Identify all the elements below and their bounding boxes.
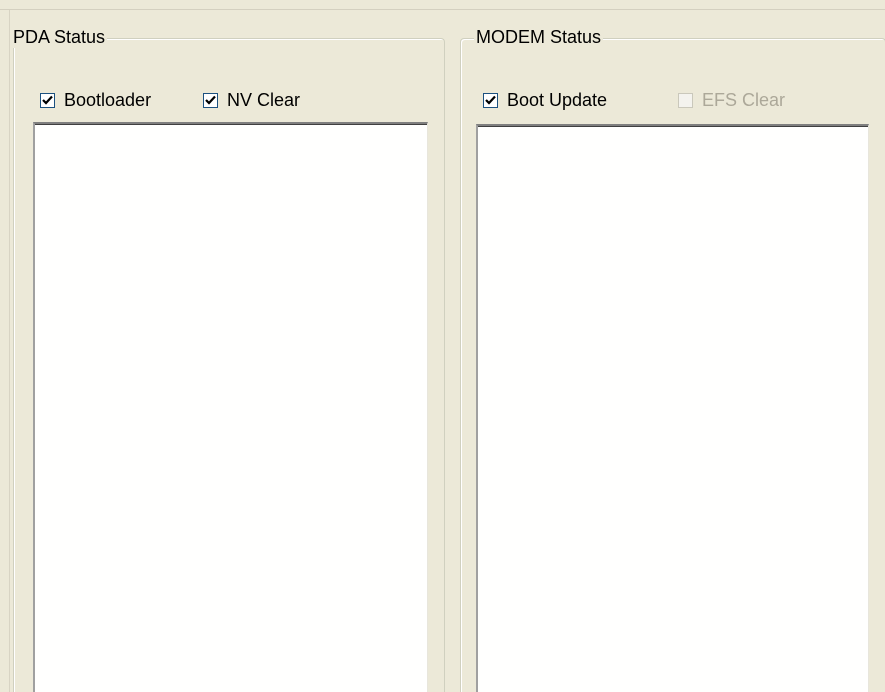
efs-clear-label: EFS Clear xyxy=(702,90,786,110)
pda-status-log[interactable] xyxy=(33,122,428,692)
boot-update-label: Boot Update xyxy=(507,90,608,110)
modem-status-title: MODEM Status xyxy=(474,26,604,48)
bootloader-checkbox[interactable]: Bootloader xyxy=(40,89,151,111)
check-icon xyxy=(485,95,496,105)
pda-status-title: PDA Status xyxy=(11,26,108,48)
bootloader-label: Bootloader xyxy=(64,90,152,110)
check-icon xyxy=(205,95,216,105)
check-icon xyxy=(42,95,53,105)
pda-status-group: PDA Status Bootloader NV Clear xyxy=(11,26,445,692)
efs-clear-checkbox-box[interactable] xyxy=(678,92,693,108)
window-left-edge xyxy=(0,10,10,692)
boot-update-checkbox[interactable]: Boot Update xyxy=(483,89,607,111)
window-top-edge xyxy=(0,0,885,10)
modem-status-log[interactable] xyxy=(476,124,869,692)
efs-clear-checkbox[interactable]: EFS Clear xyxy=(678,89,785,111)
nv-clear-label: NV Clear xyxy=(227,90,301,110)
modem-status-group: MODEM Status Boot Update EFS Clear xyxy=(460,26,885,692)
nv-clear-checkbox-box[interactable] xyxy=(203,92,218,108)
boot-update-checkbox-box[interactable] xyxy=(483,92,498,108)
bootloader-checkbox-box[interactable] xyxy=(40,92,55,108)
nv-clear-checkbox[interactable]: NV Clear xyxy=(203,89,300,111)
